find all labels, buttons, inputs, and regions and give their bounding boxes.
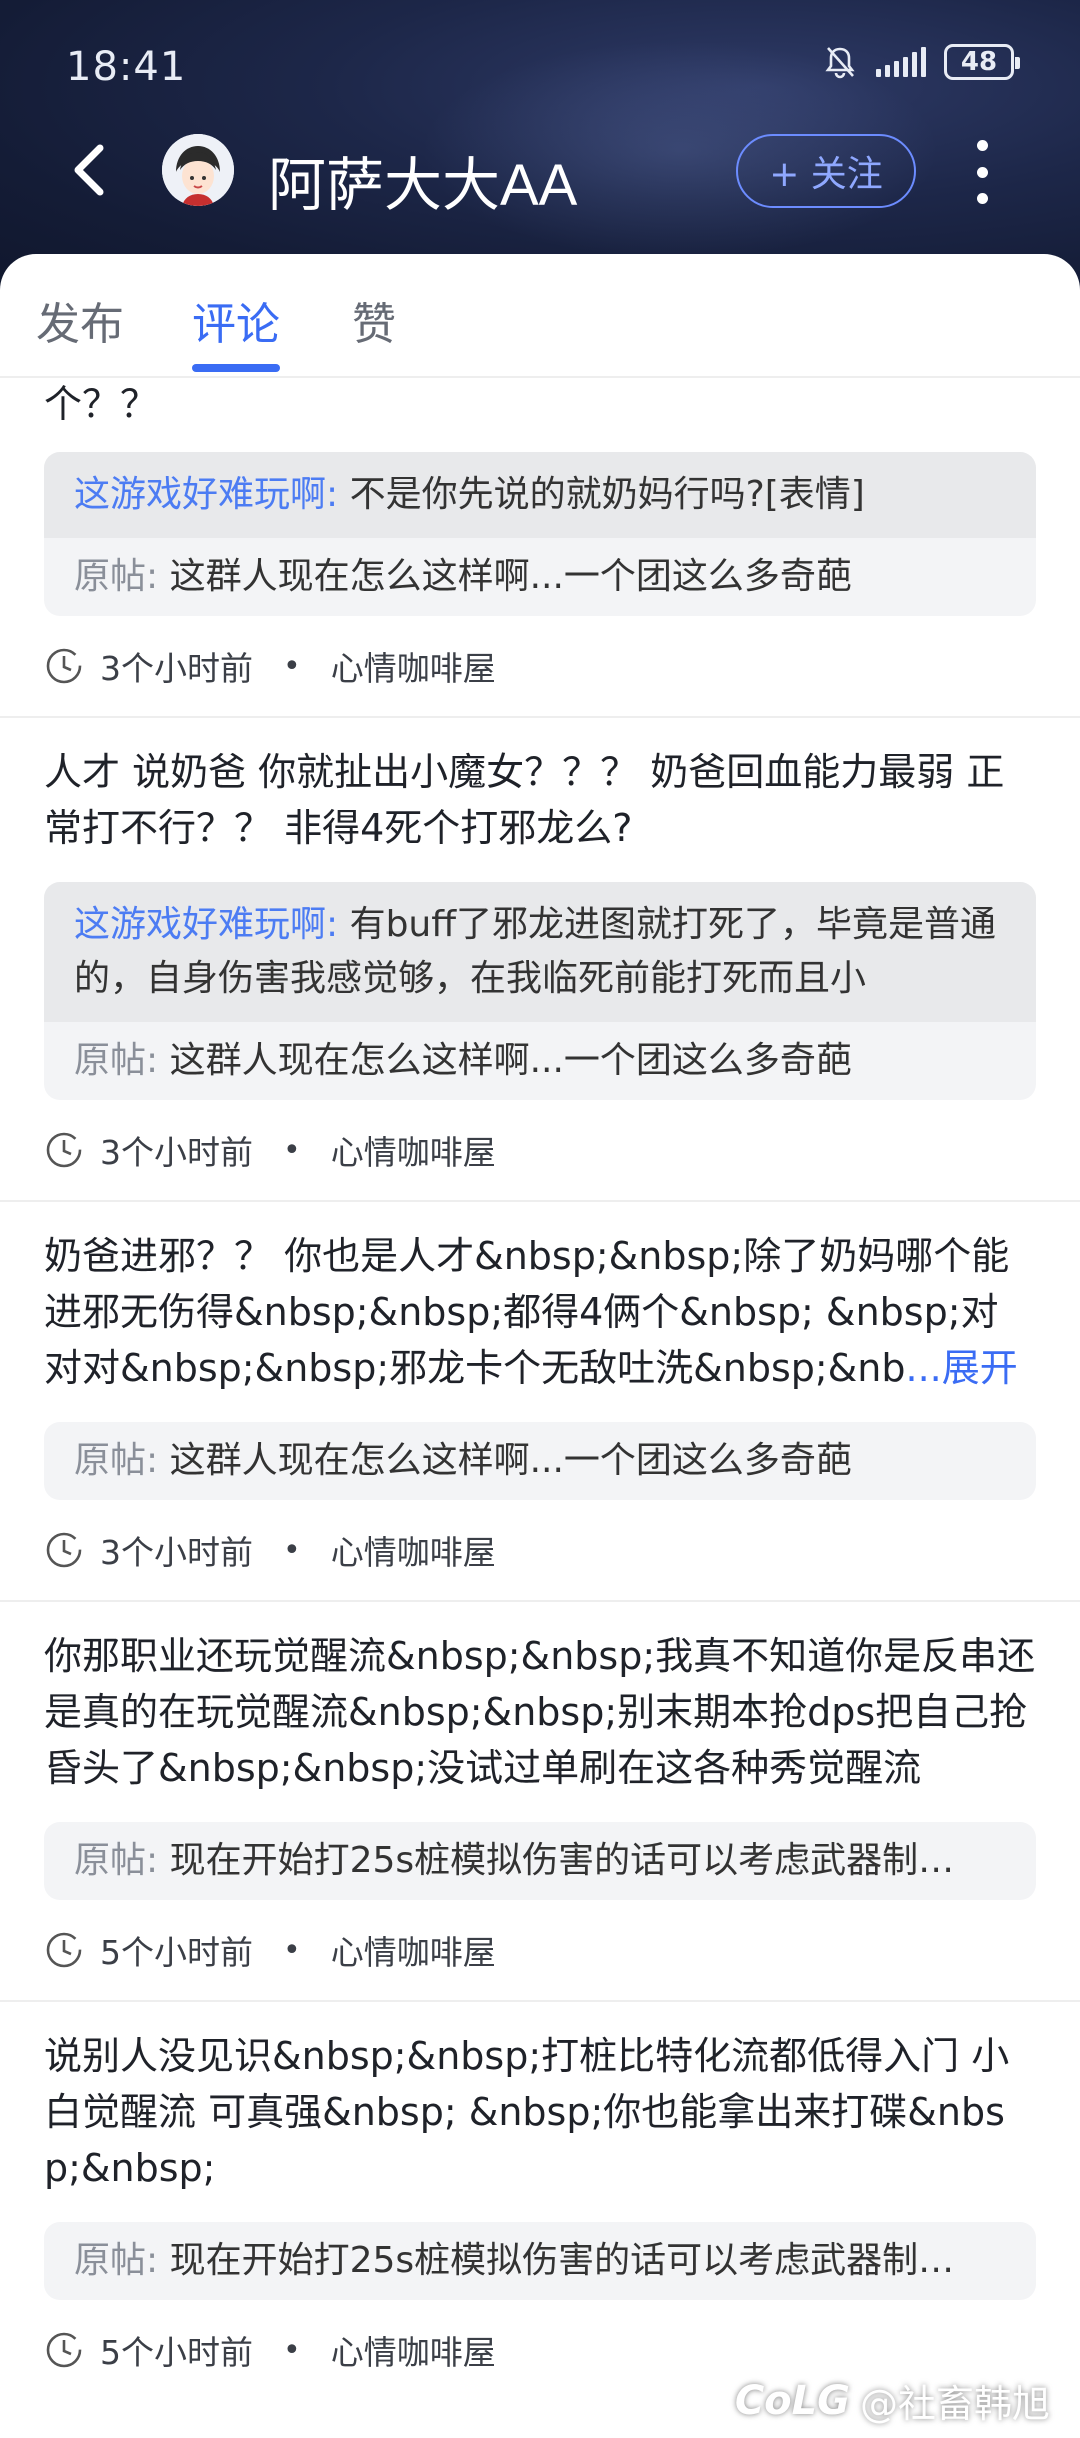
reply-quote[interactable]: 这游戏好难玩啊: 不是你先说的就奶妈行吗?[表情] <box>44 452 1036 538</box>
profile-name: 阿萨大大AA <box>268 153 578 218</box>
separator-dot: • <box>283 1132 301 1168</box>
quoted-block[interactable]: 原帖: 现在开始打25s桩模拟伤害的话可以考虑武器制… <box>44 1822 1036 1900</box>
quoted-block[interactable]: 这游戏好难玩啊: 有buff了邪龙进图就打死了，毕竟是普通的，自身伤害我感觉够，… <box>44 882 1036 1100</box>
original-post-label: 原帖: <box>74 1040 159 1081</box>
separator-dot: • <box>283 1932 301 1968</box>
comment-time: 5个小时前 <box>100 2333 253 2372</box>
profile-header: 18:41 48 阿萨大大AA + 关注 <box>0 0 1080 290</box>
comment-text-body: 奶爸进邪？？ 你也是人才&nbsp;&nbsp;除了奶妈哪个能进邪无伤得&nbs… <box>44 1234 1010 1390</box>
comment-time: 5个小时前 <box>100 1933 253 1972</box>
original-post-title: 现在开始打25s桩模拟伤害的话可以考虑武器制… <box>158 1840 955 1881</box>
quoted-block[interactable]: 这游戏好难玩啊: 不是你先说的就奶妈行吗?[表情] 原帖: 这群人现在怎么这样啊… <box>44 452 1036 616</box>
original-post-title: 这群人现在怎么这样啊...一个团这么多奇葩 <box>158 1440 852 1481</box>
tab-bar: 发布 评论 赞 <box>0 254 1080 378</box>
clock-icon <box>46 1132 82 1168</box>
reply-quote[interactable]: 这游戏好难玩啊: 有buff了邪龙进图就打死了，毕竟是普通的，自身伤害我感觉够，… <box>44 882 1036 1022</box>
comment-text: 奶爸进邪？？ 你也是人才&nbsp;&nbsp;除了奶妈哪个能进邪无伤得&nbs… <box>44 1228 1036 1396</box>
original-post-link[interactable]: 原帖: 这群人现在怎么这样啊...一个团这么多奇葩 <box>44 538 1036 616</box>
comment-meta: 5个小时前 • 心情咖啡屋 <box>44 1900 1036 2000</box>
comment-text: 人才 说奶爸 你就扯出小魔女？？？ 奶爸回血能力最弱 正常打不行？？ 非得4死个… <box>44 750 1005 850</box>
watermark-logo: CoLG <box>734 2377 850 2424</box>
comment-meta: 3个小时前 • 心情咖啡屋 <box>44 1100 1036 1200</box>
reply-author[interactable]: 这游戏好难玩啊: <box>74 904 338 945</box>
original-post-link[interactable]: 原帖: 这群人现在怎么这样啊...一个团这么多奇葩 <box>44 1022 1036 1100</box>
separator-dot: • <box>283 2332 301 2368</box>
original-post-label: 原帖: <box>74 2240 159 2281</box>
original-post-label: 原帖: <box>74 556 159 597</box>
separator-dot: • <box>283 648 301 684</box>
original-post-link[interactable]: 原帖: 这群人现在怎么这样啊...一个团这么多奇葩 <box>44 1422 1036 1500</box>
back-button[interactable] <box>66 140 116 200</box>
comment-time: 3个小时前 <box>100 1533 253 1572</box>
status-time: 18:41 <box>66 44 187 90</box>
comment-text: 你那职业还玩觉醒流&nbsp;&nbsp;我真不知道你是反串还是真的在玩觉醒流&… <box>44 1634 1036 1790</box>
original-post-title: 这群人现在怎么这样啊...一个团这么多奇葩 <box>158 556 852 597</box>
quoted-block[interactable]: 原帖: 现在开始打25s桩模拟伤害的话可以考虑武器制… <box>44 2222 1036 2300</box>
comment-item[interactable]: 奶爸进邪？？ 你也是人才&nbsp;&nbsp;除了奶妈哪个能进邪无伤得&nbs… <box>0 1202 1080 1602</box>
comment-meta: 3个小时前 • 心情咖啡屋 <box>44 1500 1036 1600</box>
comment-meta: 3个小时前 • 心情咖啡屋 <box>44 616 1036 716</box>
comment-text: 个？？ <box>44 382 159 426</box>
mute-icon <box>822 44 858 80</box>
comment-item[interactable]: 你那职业还玩觉醒流&nbsp;&nbsp;我真不知道你是反串还是真的在玩觉醒流&… <box>0 1602 1080 2002</box>
comment-feed[interactable]: 个？？ 这游戏好难玩啊: 不是你先说的就奶妈行吗?[表情] 原帖: 这群人现在怎… <box>0 378 1080 2438</box>
tab-comments[interactable]: 评论 <box>192 288 280 352</box>
original-post-title: 现在开始打25s桩模拟伤害的话可以考虑武器制… <box>158 2240 955 2281</box>
comment-time: 3个小时前 <box>100 1133 253 1172</box>
original-post-label: 原帖: <box>74 1840 159 1881</box>
reply-author[interactable]: 这游戏好难玩啊: <box>74 474 338 515</box>
clock-icon <box>46 1932 82 1968</box>
tab-active-indicator <box>192 364 280 372</box>
signal-icon <box>876 47 926 77</box>
original-post-link[interactable]: 原帖: 现在开始打25s桩模拟伤害的话可以考虑武器制… <box>44 2222 1036 2300</box>
follow-button[interactable]: + 关注 <box>736 134 916 208</box>
separator-dot: • <box>283 1532 301 1568</box>
comment-item[interactable]: 个？？ 这游戏好难玩啊: 不是你先说的就奶妈行吗?[表情] 原帖: 这群人现在怎… <box>0 378 1080 718</box>
watermark-text: @社畜韩旭 <box>859 2382 1050 2426</box>
comment-item[interactable]: 人才 说奶爸 你就扯出小魔女？？？ 奶爸回血能力最弱 正常打不行？？ 非得4死个… <box>0 718 1080 1202</box>
clock-icon <box>46 2332 82 2368</box>
original-post-label: 原帖: <box>74 1440 159 1481</box>
watermark: CoLG @社畜韩旭 <box>735 2373 1050 2428</box>
clock-icon <box>46 648 82 684</box>
more-options-icon[interactable] <box>970 140 994 204</box>
status-icons: 48 <box>822 44 1020 80</box>
forum-name[interactable]: 心情咖啡屋 <box>331 1926 496 1974</box>
forum-name[interactable]: 心情咖啡屋 <box>331 1526 496 1574</box>
forum-name[interactable]: 心情咖啡屋 <box>331 1126 496 1174</box>
tab-posts[interactable]: 发布 <box>36 288 124 352</box>
clock-icon <box>46 1532 82 1568</box>
forum-name[interactable]: 心情咖啡屋 <box>331 2326 496 2374</box>
reply-text: 不是你先说的就奶妈行吗?[表情] <box>338 474 865 515</box>
comment-time: 3个小时前 <box>100 649 253 688</box>
quoted-block[interactable]: 原帖: 这群人现在怎么这样啊...一个团这么多奇葩 <box>44 1422 1036 1500</box>
avatar[interactable] <box>162 134 234 206</box>
forum-name[interactable]: 心情咖啡屋 <box>331 642 496 690</box>
tab-likes[interactable]: 赞 <box>352 288 396 352</box>
comment-item[interactable]: 说别人没见识&nbsp;&nbsp;打桩比特化流都低得入门 小白觉醒流 可真强&… <box>0 2002 1080 2400</box>
expand-link[interactable]: ...展开 <box>906 1346 1018 1390</box>
original-post-link[interactable]: 原帖: 现在开始打25s桩模拟伤害的话可以考虑武器制… <box>44 1822 1036 1900</box>
original-post-title: 这群人现在怎么这样啊...一个团这么多奇葩 <box>158 1040 852 1081</box>
battery-icon: 48 <box>944 44 1020 80</box>
comment-text: 说别人没见识&nbsp;&nbsp;打桩比特化流都低得入门 小白觉醒流 可真强&… <box>44 2034 1010 2190</box>
